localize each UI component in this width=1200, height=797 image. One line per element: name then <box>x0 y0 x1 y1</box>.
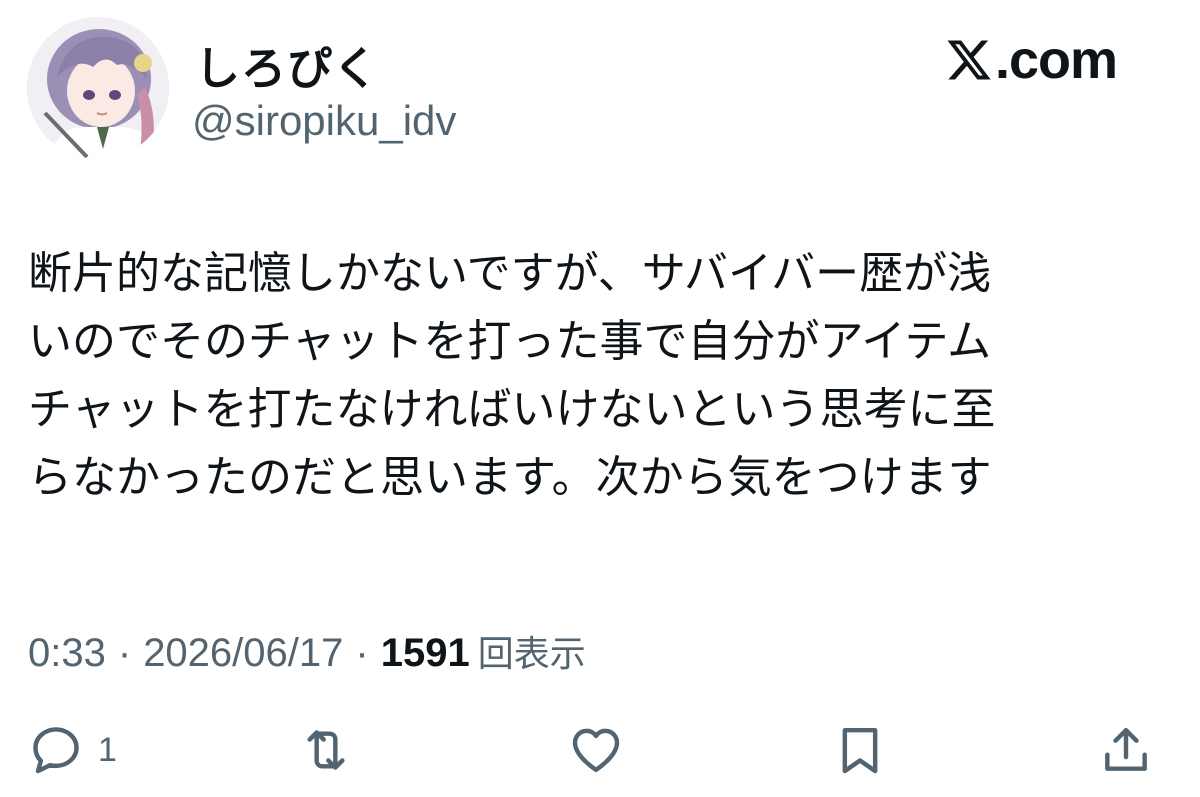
views-label: 回表示 <box>477 634 586 675</box>
tweet-text-line: いのでそのチャットを打った事で自分がアイテム <box>28 316 992 367</box>
avatar[interactable] <box>27 17 169 159</box>
avatar-illustration <box>27 17 169 159</box>
tweet-screenshot: しろぴく @siropiku_idv .com 断片的な記憶しかないですが、サバ… <box>0 0 1200 797</box>
like-button[interactable] <box>568 722 624 778</box>
retweet-icon <box>307 730 345 770</box>
tweet-text-line: らなかったのだと思います。次から気をつけます <box>28 452 992 503</box>
bookmark-button[interactable] <box>832 722 888 778</box>
user-handle[interactable]: @siropiku_idv <box>192 97 456 145</box>
reply-icon <box>33 727 79 774</box>
tweet-meta: 0:33 · 2026/06/17 · 1591 回表示 <box>28 625 586 677</box>
views-count[interactable]: 1591 <box>381 631 470 676</box>
retweet-button[interactable] <box>298 722 354 778</box>
meta-separator: · <box>355 631 369 675</box>
reply-count: 1 <box>98 730 117 769</box>
bookmark-icon <box>842 727 878 774</box>
tweet-time[interactable]: 0:33 <box>28 631 106 676</box>
heart-icon <box>572 728 620 773</box>
tweet-date[interactable]: 2026/06/17 <box>143 631 343 676</box>
tweet-text-line: チャットを打たなければいけないという思考に至 <box>28 384 996 435</box>
meta-separator: · <box>117 631 132 675</box>
logo-text: .com <box>995 30 1118 90</box>
x-logo-icon <box>947 40 991 80</box>
reply-button[interactable]: 1 <box>28 722 117 778</box>
tweet-text-line: 断片的な記憶しかないですが、サバイバー歴が浅 <box>28 248 992 299</box>
share-icon <box>1105 727 1147 771</box>
share-button[interactable] <box>1098 722 1154 778</box>
tweet-text: 断片的な記憶しかないですが、サバイバー歴が浅 いのでそのチャットを打った事で自分… <box>28 240 1178 512</box>
x-com-logo: .com <box>945 30 1118 90</box>
display-name[interactable]: しろぴく <box>195 32 379 97</box>
